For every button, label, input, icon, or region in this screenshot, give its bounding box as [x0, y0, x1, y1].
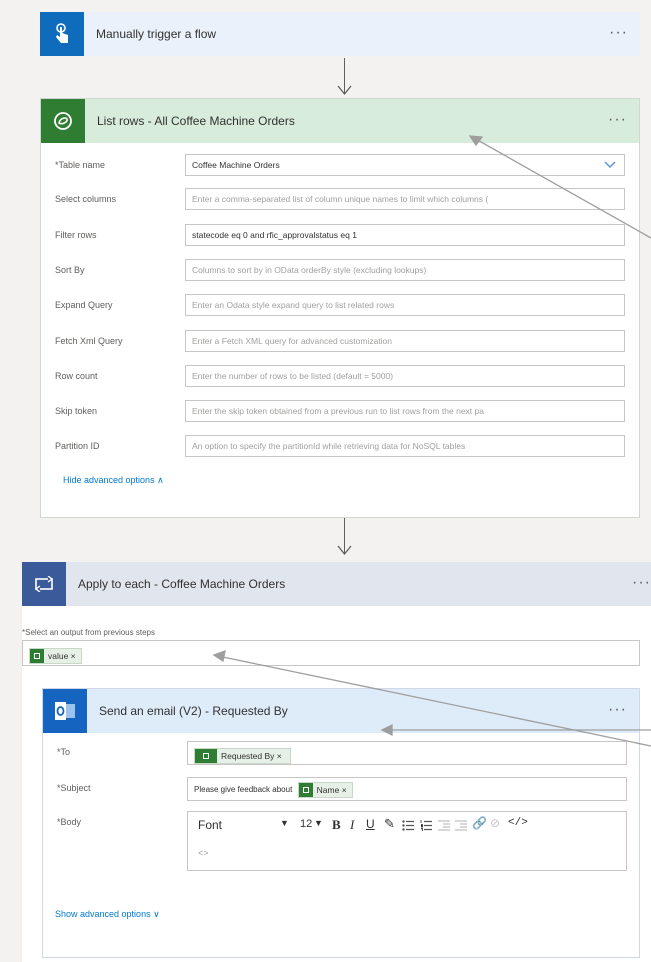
- annotation-arrowhead: [380, 723, 393, 737]
- annotation-arrow-value-token: [217, 655, 651, 747]
- annotation-arrow-list-rows: [473, 137, 651, 239]
- annotation-arrows: [212, 135, 651, 747]
- annotation-arrowhead: [212, 649, 226, 663]
- annotation-arrowhead: [468, 135, 484, 147]
